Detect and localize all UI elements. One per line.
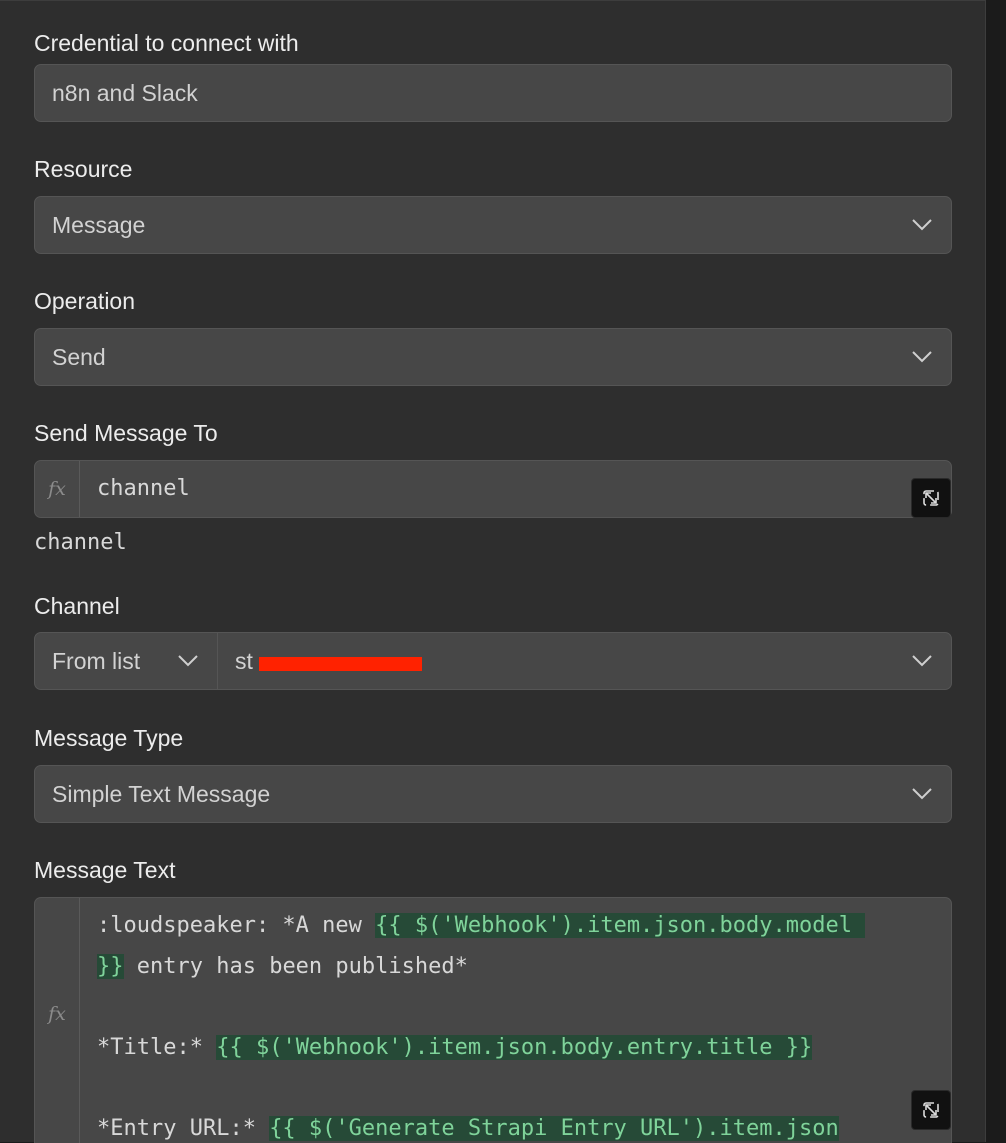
credential-label: Credential to connect with [34,29,299,57]
expression-token: {{ $('Generate Strapi Entry URL').item.j… [269,1116,839,1141]
channel-label: Channel [34,592,120,620]
fx-icon: fx [35,898,80,1143]
message-type-value: Simple Text Message [52,766,270,822]
chevron-down-icon [911,348,933,364]
message-text-editor[interactable]: fx :loudspeaker: *A new {{ $('Webhook').… [34,897,952,1143]
resource-label: Resource [34,155,132,183]
text-token: :loudspeaker: *A new [97,913,375,938]
code-line: *Title:* {{ $('Webhook').item.json.body.… [97,1030,812,1066]
chevron-down-icon [911,216,933,232]
operation-label: Operation [34,287,135,315]
operation-value: Send [52,329,106,385]
expand-editor-button[interactable] [911,478,951,518]
channel-mode-value: From list [52,633,140,689]
chevron-down-icon [911,785,933,801]
node-parameters-panel: Credential to connect with n8n and Slack… [0,0,986,1142]
send-to-expression-input[interactable]: fx channel [34,460,952,518]
expression-token: }} [97,954,124,979]
expression-token: {{ $('Webhook').item.json.body.entry.tit… [216,1035,812,1060]
code-line: *Entry URL:* {{ $('Generate Strapi Entry… [97,1111,839,1143]
message-text-label: Message Text [34,856,175,884]
message-type-label: Message Type [34,724,183,752]
chevron-down-icon [911,652,933,668]
credential-value: n8n and Slack [52,65,198,121]
fx-icon: fx [35,461,80,517]
expand-icon [922,1101,940,1119]
text-token: *Title:* [97,1035,216,1060]
send-to-result-hint: channel [34,530,127,555]
message-type-select[interactable]: Simple Text Message [34,765,952,823]
channel-select[interactable]: st [217,632,952,690]
channel-value: st [235,633,253,689]
resource-value: Message [52,197,145,253]
expand-icon [922,489,940,507]
redaction-bar [259,657,422,671]
text-token: *Entry URL:* [97,1116,269,1141]
send-to-value: channel [97,461,190,517]
chevron-down-icon [177,652,199,668]
operation-select[interactable]: Send [34,328,952,386]
expand-editor-button[interactable] [911,1090,951,1130]
expression-token: {{ $('Webhook').item.json.body.model [375,913,865,938]
send-to-label: Send Message To [34,419,218,447]
text-token: entry has been published* [124,954,468,979]
code-line: :loudspeaker: *A new {{ $('Webhook').ite… [97,908,865,944]
channel-mode-select[interactable]: From list [34,632,218,690]
code-line: }} entry has been published* [97,949,468,985]
credential-select[interactable]: n8n and Slack [34,64,952,122]
resource-select[interactable]: Message [34,196,952,254]
